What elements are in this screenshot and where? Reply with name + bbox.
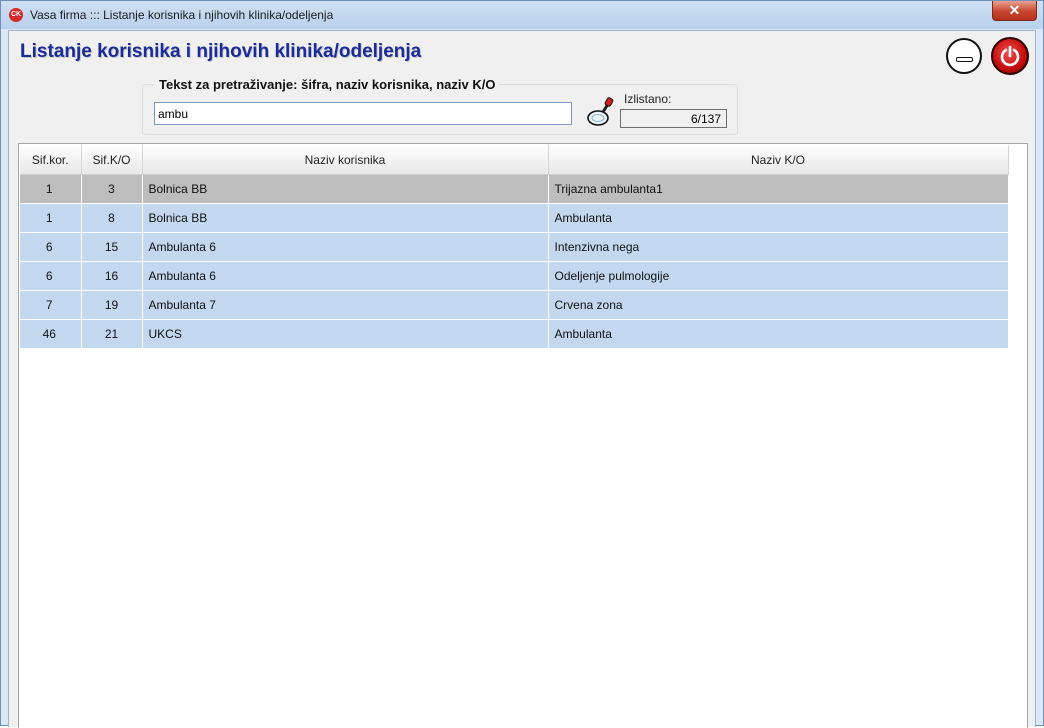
cell-sif-ko: 16	[81, 261, 143, 291]
count-label: Izlistano:	[624, 92, 672, 106]
magnifier-icon[interactable]	[586, 95, 616, 127]
cell-sif-ko: 3	[81, 174, 143, 204]
cell-naziv-ko: Odeljenje pulmologije	[548, 261, 1009, 291]
table-row-selected[interactable]: 1 3 Bolnica BB Trijazna ambulanta1	[20, 174, 1009, 204]
cell-naziv-korisnika: Bolnica BB	[142, 174, 549, 204]
cell-sif-kor: 1	[20, 203, 82, 233]
cell-sif-ko: 19	[81, 290, 143, 320]
search-legend: Tekst za pretraživanje: šifra, naziv kor…	[155, 77, 500, 92]
cell-sif-kor: 6	[20, 261, 82, 291]
cell-naziv-ko: Ambulanta	[548, 319, 1009, 349]
title-bar[interactable]: CK Vasa firma ::: Listanje korisnika i n…	[1, 1, 1043, 29]
cell-naziv-korisnika: UKCS	[142, 319, 549, 349]
power-button[interactable]	[991, 37, 1029, 75]
cell-sif-ko: 21	[81, 319, 143, 349]
app-logo-icon: CK	[9, 8, 23, 22]
close-window-button[interactable]: ✕	[992, 1, 1037, 21]
app-window: CK Vasa firma ::: Listanje korisnika i n…	[0, 0, 1044, 728]
cell-naziv-ko: Trijazna ambulanta1	[548, 174, 1009, 204]
column-header-sif-kor[interactable]: Sif.kor.	[20, 145, 82, 175]
minimize-icon	[956, 57, 973, 62]
minimize-button[interactable]	[946, 38, 982, 74]
column-header-naziv-korisnika[interactable]: Naziv korisnika	[142, 145, 549, 175]
results-grid[interactable]: Sif.kor. Sif.K/O Naziv korisnika Naziv K…	[18, 143, 1028, 728]
table-row[interactable]: 6 16 Ambulanta 6 Odeljenje pulmologije	[20, 261, 1009, 291]
search-group: Tekst za pretraživanje: šifra, naziv kor…	[142, 77, 738, 135]
window-title: Vasa firma ::: Listanje korisnika i njih…	[30, 8, 334, 22]
cell-naziv-ko: Intenzivna nega	[548, 232, 1009, 262]
table-row[interactable]: 7 19 Ambulanta 7 Crvena zona	[20, 290, 1009, 320]
power-icon	[1000, 45, 1020, 67]
cell-sif-kor: 6	[20, 232, 82, 262]
column-header-sif-ko[interactable]: Sif.K/O	[81, 145, 143, 175]
cell-naziv-korisnika: Bolnica BB	[142, 203, 549, 233]
cell-naziv-korisnika: Ambulanta 6	[142, 232, 549, 262]
main-panel: Listanje korisnika i njihovih klinika/od…	[8, 30, 1036, 728]
page-title: Listanje korisnika i njihovih klinika/od…	[20, 41, 422, 62]
cell-sif-ko: 8	[81, 203, 143, 233]
cell-sif-ko: 15	[81, 232, 143, 262]
results-table: Sif.kor. Sif.K/O Naziv korisnika Naziv K…	[20, 145, 1009, 349]
cell-naziv-korisnika: Ambulanta 7	[142, 290, 549, 320]
count-value: 6/137	[620, 109, 727, 128]
search-input[interactable]	[154, 102, 572, 125]
table-row[interactable]: 1 8 Bolnica BB Ambulanta	[20, 203, 1009, 233]
cell-sif-kor: 46	[20, 319, 82, 349]
cell-naziv-korisnika: Ambulanta 6	[142, 261, 549, 291]
table-row[interactable]: 46 21 UKCS Ambulanta	[20, 319, 1009, 349]
cell-naziv-ko: Ambulanta	[548, 203, 1009, 233]
cell-sif-kor: 1	[20, 174, 82, 204]
cell-naziv-ko: Crvena zona	[548, 290, 1009, 320]
table-header-row: Sif.kor. Sif.K/O Naziv korisnika Naziv K…	[20, 145, 1009, 175]
column-header-naziv-ko[interactable]: Naziv K/O	[548, 145, 1009, 175]
cell-sif-kor: 7	[20, 290, 82, 320]
table-row[interactable]: 6 15 Ambulanta 6 Intenzivna nega	[20, 232, 1009, 262]
